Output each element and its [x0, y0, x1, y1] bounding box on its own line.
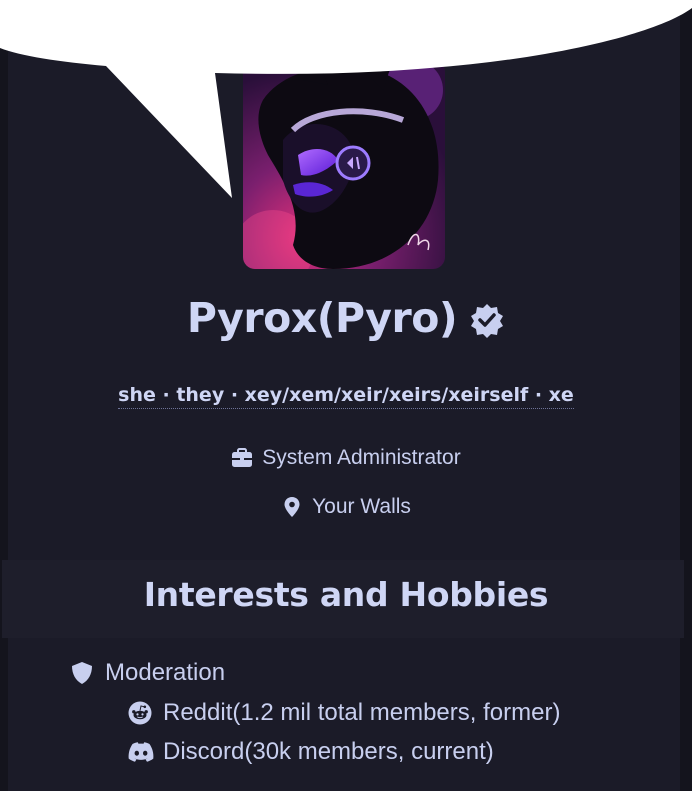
- interest-item-moderation: Moderation: [70, 657, 225, 689]
- name-row: Pyrox(Pyro): [0, 288, 692, 348]
- location-row: Your Walls: [0, 492, 692, 522]
- profile-page: Pyrox(Pyro) she · they · xey/xem/xeir/xe…: [0, 0, 692, 791]
- reddit-icon: [128, 701, 152, 725]
- verified-badge-icon: [469, 302, 505, 338]
- display-name: Pyrox(Pyro): [186, 294, 458, 342]
- location-text: Your Walls: [312, 495, 411, 518]
- pronouns-row: she · they · xey/xem/xeir/xeirs/xeirself…: [0, 384, 692, 409]
- interests-heading: Interests and Hobbies: [143, 575, 549, 614]
- job-row: System Administrator: [0, 443, 692, 473]
- discord-icon: [128, 740, 154, 764]
- briefcase-icon: [231, 447, 253, 469]
- interest-label: Moderation: [105, 659, 226, 686]
- interest-label: Reddit(1.2 mil total members, former): [163, 699, 561, 726]
- interest-item-reddit: Reddit(1.2 mil total members, former): [128, 697, 560, 729]
- interest-label: Discord(30k members, current): [163, 738, 494, 765]
- speech-bubble: [0, 0, 692, 198]
- interest-item-discord: Discord(30k members, current): [128, 736, 494, 768]
- map-pin-icon: [281, 496, 303, 518]
- job-title: System Administrator: [262, 446, 461, 469]
- shield-icon: [70, 661, 94, 685]
- pronouns-text: she · they · xey/xem/xeir/xeirs/xeirself…: [118, 384, 574, 409]
